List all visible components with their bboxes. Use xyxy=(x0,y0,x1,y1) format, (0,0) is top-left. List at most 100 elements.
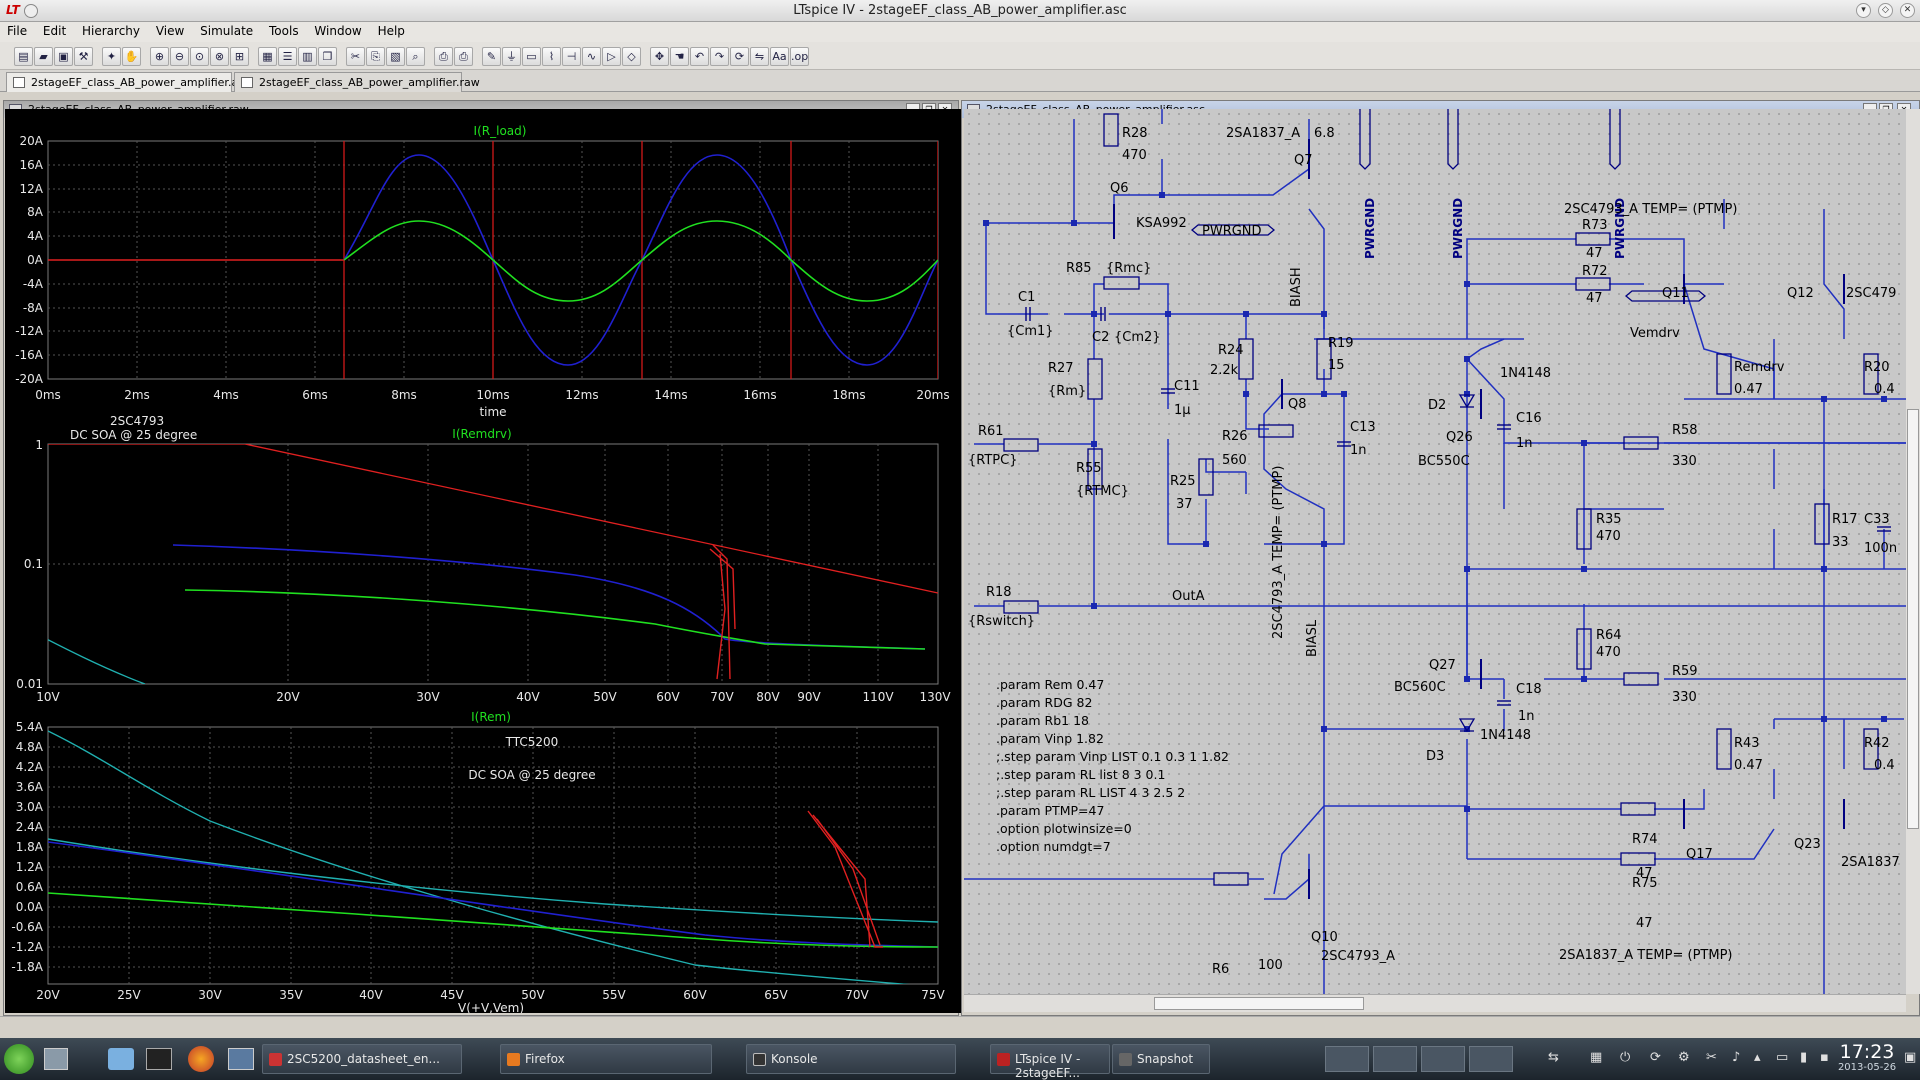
menu-edit[interactable]: Edit xyxy=(36,22,71,38)
vertical-scrollbar[interactable] xyxy=(1906,109,1920,994)
menu-tools[interactable]: Tools xyxy=(262,22,304,38)
ref-R27[interactable]: R27 xyxy=(1048,361,1074,376)
open-icon[interactable]: ▰ xyxy=(34,47,53,66)
ref-KSA992[interactable]: KSA992 xyxy=(1136,216,1187,231)
ref-R35[interactable]: R35 xyxy=(1596,512,1622,527)
val-R17[interactable]: 33 xyxy=(1832,535,1849,550)
val-C33[interactable]: 100n xyxy=(1864,541,1897,556)
autorange-icon[interactable]: ⊞ xyxy=(230,47,249,66)
ref-Q12-model[interactable]: 2SC479 xyxy=(1846,286,1896,301)
net-Vemdrv[interactable]: Vemdrv xyxy=(1630,326,1680,341)
spice-directives[interactable]: .param Rem 0.47 .param RDG 82 .param Rb1… xyxy=(996,677,1229,854)
grid-icon[interactable]: ▦ xyxy=(258,47,277,66)
ref-R64[interactable]: R64 xyxy=(1596,628,1622,643)
spice-directive[interactable]: .param Vinp 1.82 xyxy=(996,731,1104,746)
inductor-icon[interactable]: ∿ xyxy=(582,47,601,66)
ref-R59[interactable]: R59 xyxy=(1672,664,1698,679)
terminal-icon[interactable] xyxy=(146,1048,172,1070)
tray-expand-icon[interactable]: ▴ xyxy=(1754,1050,1761,1065)
ref-R85[interactable]: R85 xyxy=(1066,261,1092,276)
ref-Q11-model[interactable]: 2SC4793_A TEMP= (PTMP) xyxy=(1564,202,1737,217)
updates-icon[interactable]: ⟳ xyxy=(1650,1050,1661,1065)
menu-view[interactable]: View xyxy=(149,22,189,38)
pager-desktop-1[interactable] xyxy=(1325,1046,1369,1072)
task-snapshot[interactable]: Snapshot xyxy=(1112,1044,1210,1074)
plot-area[interactable]: I(R_load) 20A 16A 12A 8A 4A 0A -4A -8A -… xyxy=(5,109,963,1015)
spice-directive-icon[interactable]: .op xyxy=(790,47,809,66)
ref-R75[interactable]: R75 xyxy=(1632,876,1658,891)
rotate-icon[interactable]: ⟳ xyxy=(730,47,749,66)
ref-Q7[interactable]: Q7 xyxy=(1294,153,1313,168)
new-schematic-icon[interactable]: ▤ xyxy=(14,47,33,66)
val-R43[interactable]: 0.47 xyxy=(1734,758,1763,773)
menu-help[interactable]: Help xyxy=(371,22,410,38)
ref-Q10-model[interactable]: 2SC4793_A xyxy=(1321,949,1395,964)
ref-Q27[interactable]: Q27 xyxy=(1429,658,1456,673)
ref-Q11[interactable]: Q11 xyxy=(1662,286,1689,301)
ref-R18[interactable]: R18 xyxy=(986,585,1012,600)
settings-icon[interactable]: ⚙ xyxy=(1678,1050,1690,1065)
spice-directive[interactable]: .option plotwinsize=0 xyxy=(996,821,1132,836)
find-icon[interactable]: ⌕ xyxy=(406,47,425,66)
ref-Q8-model[interactable]: 2SC4793_A TEMP= (PTMP) xyxy=(1271,466,1286,639)
ref-Q8[interactable]: Q8 xyxy=(1288,397,1307,412)
tile-vertical-icon[interactable]: ▥ xyxy=(298,47,317,66)
val-Cm1[interactable]: {Cm1} xyxy=(1007,324,1054,339)
halt-icon[interactable]: ✋ xyxy=(122,47,141,66)
ref-R58[interactable]: R58 xyxy=(1672,423,1698,438)
ref-R25[interactable]: R25 xyxy=(1170,474,1196,489)
ref-C18[interactable]: C18 xyxy=(1516,682,1542,697)
ref-Q26[interactable]: Q26 xyxy=(1446,430,1473,445)
ref-R43[interactable]: R43 xyxy=(1734,736,1760,751)
ref-Q17[interactable]: Q17 xyxy=(1686,847,1713,862)
menu-hierarchy[interactable]: Hierarchy xyxy=(75,22,145,38)
val-Remdrv[interactable]: 0.47 xyxy=(1734,382,1763,397)
diode-icon[interactable]: ▷ xyxy=(602,47,621,66)
label-PWRGND[interactable]: PWRGND xyxy=(1202,224,1262,239)
val-Cm2[interactable]: {Cm2} xyxy=(1114,330,1161,345)
horizontal-scrollbar[interactable] xyxy=(964,994,1906,1012)
ref-C13[interactable]: C13 xyxy=(1350,420,1376,435)
val-R35[interactable]: 470 xyxy=(1596,529,1621,544)
ref-C1[interactable]: C1 xyxy=(1018,290,1035,305)
val-RTMC[interactable]: {RTMC} xyxy=(1076,484,1129,499)
ref-R6[interactable]: R6 xyxy=(1212,962,1229,977)
pager-desktop-4[interactable] xyxy=(1469,1046,1513,1072)
spice-directive[interactable]: ;.step param RL LIST 4 3 2.5 2 xyxy=(996,785,1185,800)
task-firefox[interactable]: Firefox xyxy=(500,1044,712,1074)
val-1u[interactable]: 1µ xyxy=(1174,403,1191,418)
ground-icon[interactable]: ⏚ xyxy=(502,47,521,66)
val-C18[interactable]: 1n xyxy=(1518,709,1535,724)
undo-icon[interactable]: ↶ xyxy=(690,47,709,66)
menu-simulate[interactable]: Simulate xyxy=(193,22,258,38)
paste-icon[interactable]: ▧ xyxy=(386,47,405,66)
val-R59[interactable]: 330 xyxy=(1672,690,1697,705)
task-pdf[interactable]: 2SC5200_datasheet_en... xyxy=(262,1044,462,1074)
tile-horizontal-icon[interactable]: ☰ xyxy=(278,47,297,66)
menu-window[interactable]: Window xyxy=(307,22,366,38)
ref-Q23-model[interactable]: 2SA1837 xyxy=(1841,855,1900,870)
val-6.8[interactable]: 6.8 xyxy=(1314,126,1335,141)
print-setup-icon[interactable]: ⎙ xyxy=(434,47,453,66)
val-R72[interactable]: 47 xyxy=(1586,291,1603,306)
capacitor-icon[interactable]: ⊣ xyxy=(562,47,581,66)
ref-Q10[interactable]: Q10 xyxy=(1311,930,1338,945)
val-R64[interactable]: 470 xyxy=(1596,645,1621,660)
display-icon[interactable]: ▭ xyxy=(1776,1050,1788,1065)
net-OutA[interactable]: OutA xyxy=(1172,589,1205,604)
ref-R74[interactable]: R74 xyxy=(1632,832,1658,847)
ref-C16[interactable]: C16 xyxy=(1516,411,1542,426)
ref-R20[interactable]: R20 xyxy=(1864,360,1890,375)
text-icon[interactable]: Aa xyxy=(770,47,789,66)
ref-Remdrv[interactable]: Remdrv xyxy=(1734,360,1785,375)
maximize-button[interactable]: ◇ xyxy=(1878,3,1893,18)
val-Rm[interactable]: {Rm} xyxy=(1048,384,1086,399)
start-menu-icon[interactable] xyxy=(4,1044,34,1074)
ref-R28[interactable]: R28 xyxy=(1122,126,1148,141)
val-R42[interactable]: 0.4 xyxy=(1874,758,1895,773)
ref-D3[interactable]: D3 xyxy=(1426,749,1444,764)
zoom-out-icon[interactable]: ⊖ xyxy=(170,47,189,66)
minimize-button[interactable]: ▾ xyxy=(1856,3,1871,18)
val-37[interactable]: 37 xyxy=(1176,497,1193,512)
pager-desktop-3[interactable] xyxy=(1421,1046,1465,1072)
